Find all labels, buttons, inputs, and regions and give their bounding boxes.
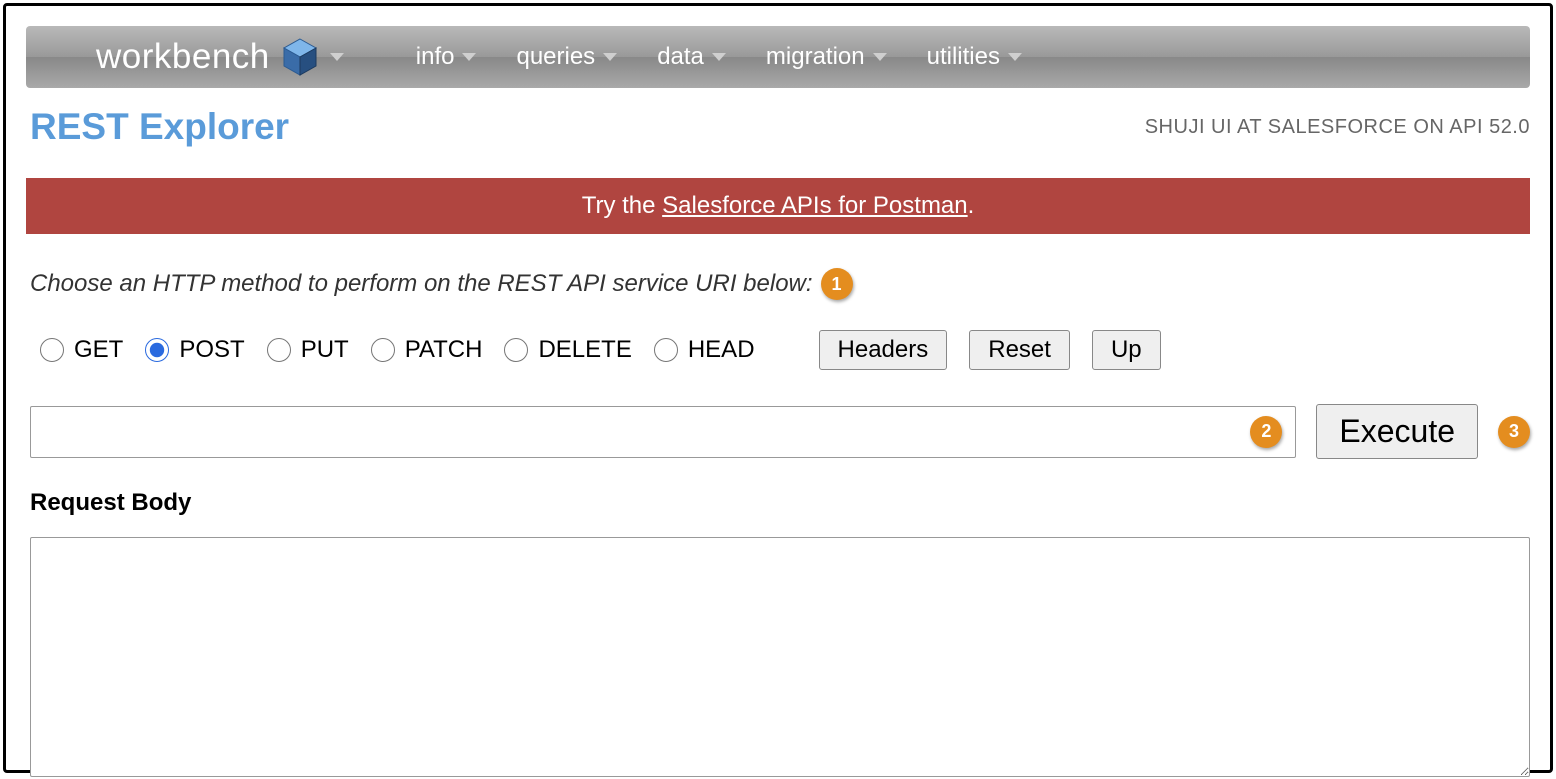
uri-row: 2 Execute 3 [30, 404, 1530, 459]
methods-row: GET POST PUT PATCH DELETE HEAD Headers R… [40, 330, 1550, 370]
banner-link[interactable]: Salesforce APIs for Postman [662, 192, 967, 219]
radio-label: PUT [301, 336, 349, 364]
nav-queries[interactable]: queries [516, 43, 617, 71]
up-button[interactable]: Up [1092, 330, 1161, 370]
cube-icon [280, 37, 320, 77]
nav-utilities[interactable]: utilities [927, 43, 1022, 71]
nav-label: migration [766, 43, 865, 71]
brand[interactable]: workbench [36, 37, 344, 77]
caret-down-icon [330, 53, 344, 61]
reset-button[interactable]: Reset [969, 330, 1070, 370]
radio-post[interactable]: POST [145, 336, 244, 364]
radio-label: GET [74, 336, 123, 364]
radio-input-post[interactable] [145, 338, 169, 362]
radio-label: HEAD [688, 336, 755, 364]
radio-get[interactable]: GET [40, 336, 123, 364]
request-body-input[interactable] [30, 537, 1530, 777]
callout-3: 3 [1498, 416, 1530, 448]
execute-button[interactable]: Execute [1316, 404, 1478, 459]
radio-delete[interactable]: DELETE [504, 336, 631, 364]
caret-down-icon [873, 53, 887, 61]
callout-2: 2 [1250, 416, 1282, 448]
radio-input-head[interactable] [654, 338, 678, 362]
promo-banner: Try the Salesforce APIs for Postman. [26, 178, 1530, 234]
radio-patch[interactable]: PATCH [371, 336, 483, 364]
nav-label: data [657, 43, 704, 71]
nav-label: utilities [927, 43, 1000, 71]
title-row: REST Explorer SHUJI UI AT SALESFORCE ON … [6, 88, 1550, 148]
radio-head[interactable]: HEAD [654, 336, 755, 364]
radio-input-patch[interactable] [371, 338, 395, 362]
caret-down-icon [603, 53, 617, 61]
nav-label: queries [516, 43, 595, 71]
banner-suffix: . [968, 192, 975, 219]
uri-input[interactable] [30, 406, 1296, 458]
nav-data[interactable]: data [657, 43, 726, 71]
caret-down-icon [462, 53, 476, 61]
caret-down-icon [712, 53, 726, 61]
headers-button[interactable]: Headers [819, 330, 948, 370]
request-body-label: Request Body [30, 489, 1550, 517]
radio-input-put[interactable] [267, 338, 291, 362]
brand-text: workbench [96, 37, 270, 77]
topbar: workbench info queries data [26, 26, 1530, 88]
page-title: REST Explorer [30, 106, 289, 148]
radio-input-get[interactable] [40, 338, 64, 362]
nav-migration[interactable]: migration [766, 43, 887, 71]
org-status: SHUJI UI AT SALESFORCE ON API 52.0 [1145, 116, 1530, 139]
instruction-row: Choose an HTTP method to perform on the … [30, 268, 1550, 300]
radio-label: DELETE [538, 336, 631, 364]
radio-put[interactable]: PUT [267, 336, 349, 364]
nav: info queries data migration utilities [416, 43, 1022, 71]
nav-info[interactable]: info [416, 43, 477, 71]
banner-prefix: Try the [582, 192, 662, 219]
radio-input-delete[interactable] [504, 338, 528, 362]
caret-down-icon [1008, 53, 1022, 61]
radio-label: POST [179, 336, 244, 364]
instruction-text: Choose an HTTP method to perform on the … [30, 270, 813, 298]
callout-1: 1 [821, 268, 853, 300]
nav-label: info [416, 43, 455, 71]
uri-wrap: 2 [30, 406, 1296, 458]
radio-label: PATCH [405, 336, 483, 364]
